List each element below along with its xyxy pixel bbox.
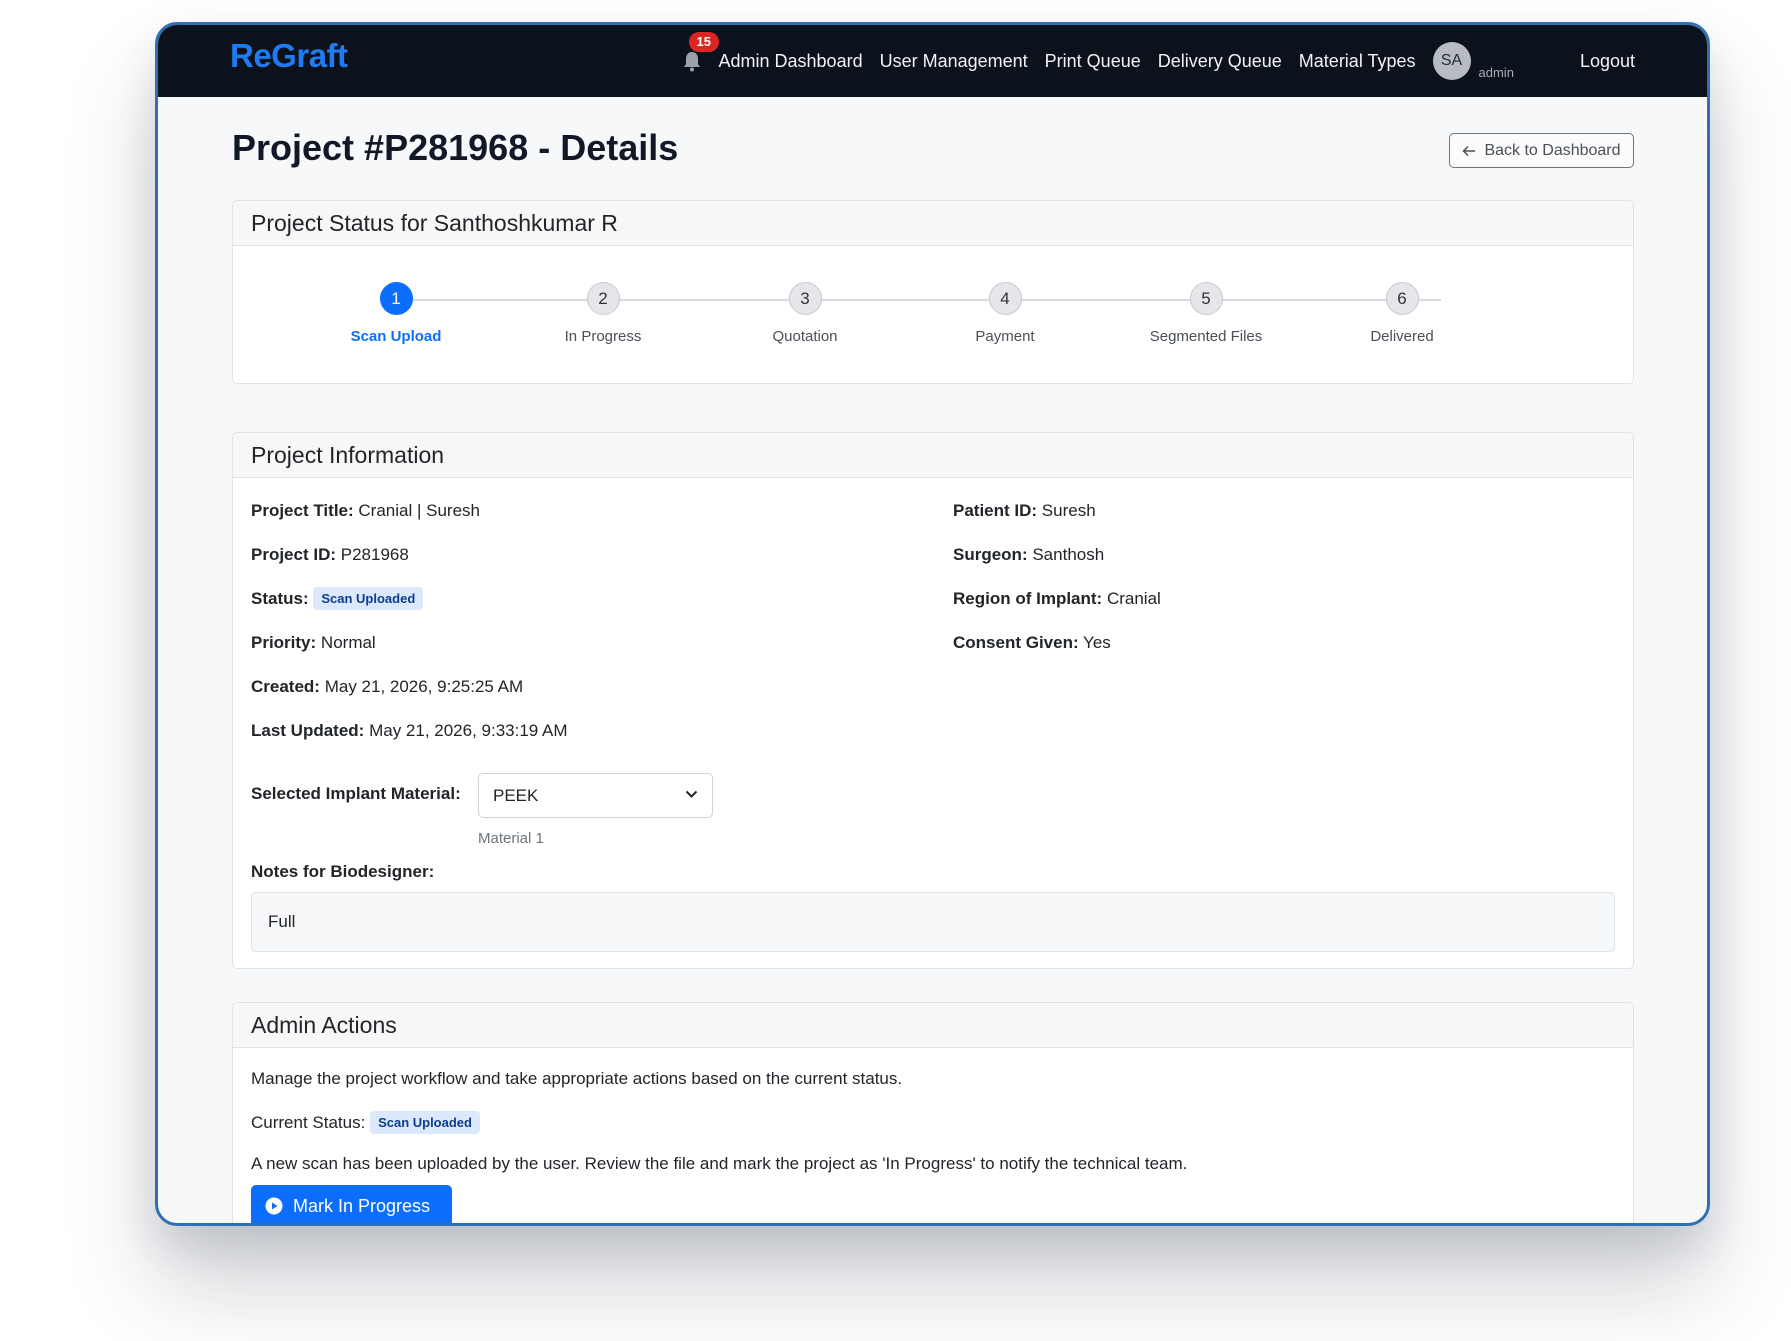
page-title: Project #P281968 - Details [232, 127, 679, 168]
project-title-row: Project Title: Cranial | Suresh [251, 501, 480, 521]
notification-count-badge: 15 [688, 32, 719, 52]
step-scan-upload: 1 Scan Upload [316, 282, 476, 345]
step-label: Scan Upload [350, 328, 442, 345]
admin-body: Manage the project workflow and take app… [233, 1048, 1633, 1223]
avatar[interactable]: SA [1432, 42, 1471, 80]
status-stepper: 1 Scan Upload 2 In Progress 3 Quotation … [233, 246, 1633, 383]
nav-print-queue[interactable]: Print Queue [1045, 51, 1141, 72]
project-title-value: Cranial | Suresh [358, 501, 480, 520]
step-label: Segmented Files [1149, 328, 1263, 345]
status-row: Status: Scan Uploaded [251, 587, 424, 610]
arrow-left-icon [1462, 145, 1476, 156]
field-label: Priority: [251, 633, 317, 652]
field-label: Last Updated: [251, 721, 365, 740]
nav-user-management[interactable]: User Management [880, 51, 1028, 72]
nav-material-types[interactable]: Material Types [1299, 51, 1416, 72]
step-number: 1 [379, 282, 413, 315]
step-quotation: 3 Quotation [725, 282, 885, 345]
mark-in-progress-label: Mark In Progress [293, 1195, 431, 1216]
patient-id-row: Patient ID: Suresh [953, 501, 1096, 521]
field-label: Created: [251, 677, 320, 696]
step-payment: 4 Payment [925, 282, 1085, 345]
step-label: Payment [975, 328, 1035, 345]
priority-row: Priority: Normal [251, 633, 376, 653]
selected-material-value: PEEK [493, 786, 539, 805]
step-number: 5 [1189, 282, 1223, 315]
back-to-dashboard-button[interactable]: Back to Dashboard [1449, 133, 1634, 168]
step-label: Delivered [1370, 328, 1434, 345]
patient-id-value: Suresh [1041, 501, 1096, 520]
step-delivered: 6 Delivered [1322, 282, 1482, 345]
surgeon-value: Santhosh [1032, 545, 1105, 564]
bell-icon [683, 52, 700, 72]
project-information-card: Project Information Project Title: Crani… [232, 432, 1634, 969]
app-window: ReGraft 15 Admin Dashboard User Manageme… [155, 22, 1710, 1226]
surgeon-row: Surgeon: Santhosh [953, 545, 1104, 565]
updated-row: Last Updated: May 21, 2026, 9:33:19 AM [251, 721, 568, 741]
nav-admin-dashboard[interactable]: Admin Dashboard [719, 51, 863, 72]
admin-actions-card: Admin Actions Manage the project workflo… [232, 1002, 1634, 1223]
mark-in-progress-button[interactable]: Mark In Progress [251, 1185, 452, 1223]
step-segmented-files: 5 Segmented Files [1126, 282, 1286, 345]
status-card-header: Project Status for Santhoshkumar R [233, 201, 1633, 246]
region-row: Region of Implant: Cranial [953, 589, 1161, 609]
step-number: 2 [586, 282, 620, 315]
nav-right: 15 Admin Dashboard User Management Print… [679, 25, 1635, 97]
material-hint: Material 1 [478, 830, 544, 847]
step-in-progress: 2 In Progress [523, 282, 683, 345]
notifications-button[interactable]: 15 [679, 32, 719, 76]
field-label: Notes for Biodesigner: [251, 862, 435, 881]
step-label: In Progress [564, 328, 642, 345]
info-body: Project Title: Cranial | Suresh Project … [233, 478, 1633, 968]
field-label: Project ID: [251, 545, 337, 564]
step-label: Quotation [772, 328, 838, 345]
brand-logo[interactable]: ReGraft [230, 37, 348, 75]
project-id-value: P281968 [340, 545, 409, 564]
admin-message: A new scan has been uploaded by the user… [251, 1154, 1188, 1173]
biodesigner-notes: Full [251, 892, 1615, 952]
step-number: 6 [1385, 282, 1419, 315]
status-badge: Scan Uploaded [313, 587, 424, 610]
priority-value: Normal [320, 633, 376, 652]
material-label: Selected Implant Material: [251, 784, 461, 804]
current-status-row: Current Status: Scan Uploaded [251, 1111, 480, 1134]
avatar-role-label: admin [1478, 64, 1514, 80]
implant-material-select[interactable]: PEEK [478, 773, 713, 818]
notes-label: Notes for Biodesigner: [251, 862, 434, 882]
created-value: May 21, 2026, 9:25:25 AM [324, 677, 524, 696]
consent-value: Yes [1083, 633, 1111, 652]
field-label: Status: [251, 589, 309, 608]
field-label: Selected Implant Material: [251, 784, 461, 803]
field-label: Project Title: [251, 501, 354, 520]
current-status-label: Current Status: [251, 1113, 366, 1132]
step-number: 4 [988, 282, 1022, 315]
step-number: 3 [788, 282, 822, 315]
info-card-header: Project Information [233, 433, 1633, 478]
current-status-badge: Scan Uploaded [370, 1111, 480, 1134]
field-label: Patient ID: [953, 501, 1038, 520]
play-circle-icon [265, 1197, 283, 1215]
updated-value: May 21, 2026, 9:33:19 AM [369, 721, 568, 740]
logout-link[interactable]: Logout [1580, 51, 1635, 72]
field-label: Consent Given: [953, 633, 1079, 652]
top-navbar: ReGraft 15 Admin Dashboard User Manageme… [158, 25, 1707, 97]
project-status-card: Project Status for Santhoshkumar R 1 Sca… [232, 200, 1634, 384]
consent-row: Consent Given: Yes [953, 633, 1111, 653]
admin-description: Manage the project workflow and take app… [251, 1069, 903, 1088]
admin-card-header: Admin Actions [233, 1003, 1633, 1048]
back-button-label: Back to Dashboard [1484, 141, 1621, 159]
nav-delivery-queue[interactable]: Delivery Queue [1158, 51, 1282, 72]
chevron-down-icon [685, 790, 698, 798]
created-row: Created: May 21, 2026, 9:25:25 AM [251, 677, 523, 697]
field-label: Region of Implant: [953, 589, 1103, 608]
region-value: Cranial [1106, 589, 1161, 608]
field-label: Surgeon: [953, 545, 1028, 564]
project-id-row: Project ID: P281968 [251, 545, 409, 565]
stage: ReGraft 15 Admin Dashboard User Manageme… [0, 0, 1791, 1341]
